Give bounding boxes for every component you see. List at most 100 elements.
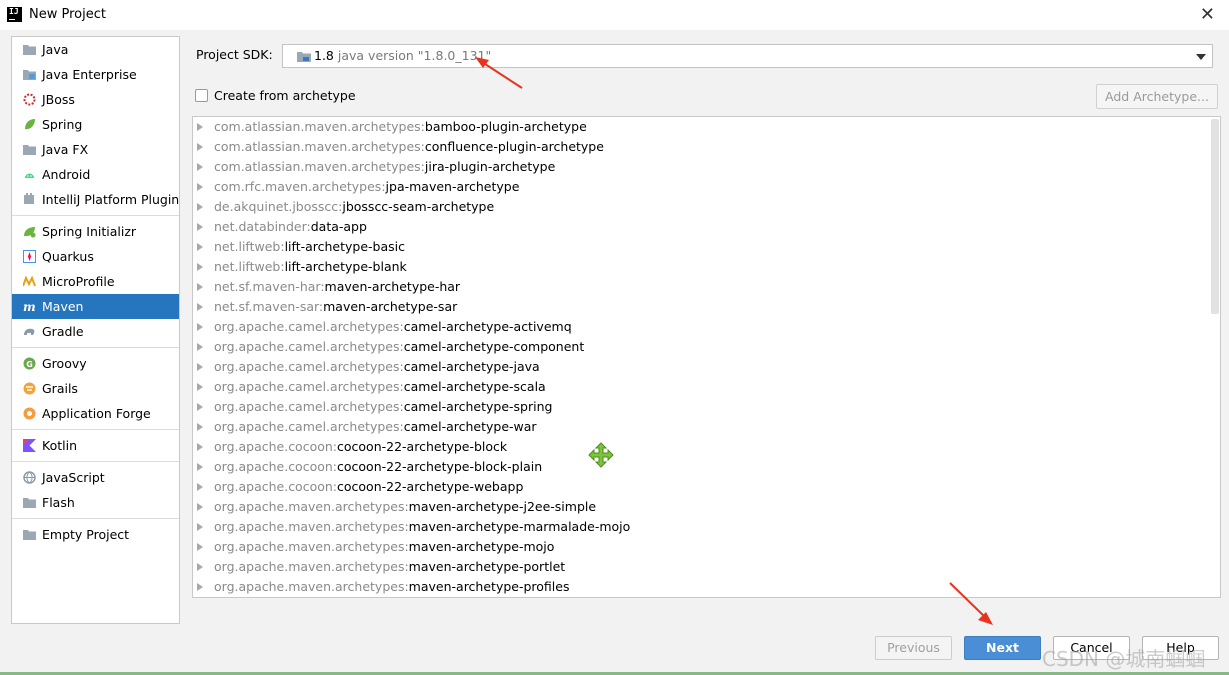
expand-triangle-icon[interactable] bbox=[197, 243, 203, 251]
sidebar-item-application-forge[interactable]: Application Forge bbox=[12, 401, 179, 426]
archetype-row[interactable]: com.atlassian.maven.archetypes:confluenc… bbox=[193, 137, 1220, 157]
expand-triangle-icon[interactable] bbox=[197, 163, 203, 171]
list-scrollbar[interactable] bbox=[1211, 119, 1219, 314]
sidebar-item-java[interactable]: Java bbox=[12, 37, 179, 62]
sidebar-item-flash[interactable]: Flash bbox=[12, 490, 179, 515]
sidebar-item-microprofile[interactable]: MicroProfile bbox=[12, 269, 179, 294]
project-sdk-dropdown[interactable]: 1.8 java version "1.8.0_131" bbox=[282, 44, 1213, 68]
sidebar-item-maven[interactable]: m Maven bbox=[12, 294, 179, 319]
archetype-row[interactable]: org.apache.cocoon:cocoon-22-archetype-bl… bbox=[193, 437, 1220, 457]
expand-triangle-icon[interactable] bbox=[197, 343, 203, 351]
expand-triangle-icon[interactable] bbox=[197, 143, 203, 151]
archetype-row[interactable]: org.apache.cocoon:cocoon-22-archetype-bl… bbox=[193, 457, 1220, 477]
archetype-artifact-id: maven-archetype-mojo bbox=[408, 539, 555, 554]
sidebar-item-java-fx[interactable]: Java FX bbox=[12, 137, 179, 162]
cancel-button[interactable]: Cancel bbox=[1053, 636, 1130, 660]
archetype-row[interactable]: net.liftweb:lift-archetype-basic bbox=[193, 237, 1220, 257]
archetype-row[interactable]: org.apache.camel.archetypes:camel-archet… bbox=[193, 337, 1220, 357]
archetype-group-id: org.apache.camel.archetypes: bbox=[214, 339, 404, 354]
folder-icon bbox=[23, 530, 36, 540]
archetype-row[interactable]: org.apache.camel.archetypes:camel-archet… bbox=[193, 317, 1220, 337]
help-button[interactable]: Help bbox=[1142, 636, 1219, 660]
expand-triangle-icon[interactable] bbox=[197, 303, 203, 311]
archetype-artifact-id: jbosscc-seam-archetype bbox=[342, 199, 495, 214]
sidebar-item-javascript[interactable]: JavaScript bbox=[12, 465, 179, 490]
sidebar-item-groovy[interactable]: G Groovy bbox=[12, 351, 179, 376]
expand-triangle-icon[interactable] bbox=[197, 223, 203, 231]
javascript-icon bbox=[23, 471, 36, 484]
archetype-row[interactable]: com.atlassian.maven.archetypes:jira-plug… bbox=[193, 157, 1220, 177]
expand-triangle-icon[interactable] bbox=[197, 203, 203, 211]
project-sdk-label: Project SDK: bbox=[196, 47, 273, 62]
archetype-row[interactable]: org.apache.maven.archetypes:maven-archet… bbox=[193, 497, 1220, 517]
sidebar-item-grails[interactable]: Grails bbox=[12, 376, 179, 401]
archetype-row[interactable]: net.sf.maven-sar:maven-archetype-sar bbox=[193, 297, 1220, 317]
archetype-row[interactable]: org.apache.maven.archetypes:maven-archet… bbox=[193, 577, 1220, 597]
sidebar-item-empty-project[interactable]: Empty Project bbox=[12, 522, 179, 547]
archetype-artifact-id: cocoon-22-archetype-block-plain bbox=[337, 459, 543, 474]
sidebar-item-java-enterprise[interactable]: Java Enterprise bbox=[12, 62, 179, 87]
archetype-row[interactable]: org.apache.maven.archetypes:maven-archet… bbox=[193, 517, 1220, 537]
sidebar-item-jboss[interactable]: JBoss bbox=[12, 87, 179, 112]
archetype-row[interactable]: org.apache.maven.archetypes:maven-archet… bbox=[193, 557, 1220, 577]
gradle-icon bbox=[24, 328, 35, 335]
sidebar-item-spring-initializr[interactable]: Spring Initializr bbox=[12, 219, 179, 244]
previous-button[interactable]: Previous bbox=[875, 636, 952, 660]
expand-triangle-icon[interactable] bbox=[197, 583, 203, 591]
expand-triangle-icon[interactable] bbox=[197, 563, 203, 571]
chevron-down-icon[interactable] bbox=[1196, 54, 1206, 60]
archetype-tree[interactable]: com.atlassian.maven.archetypes:bamboo-pl… bbox=[192, 116, 1221, 598]
sidebar-item-android[interactable]: Android bbox=[12, 162, 179, 187]
move-cursor-icon bbox=[588, 442, 614, 468]
project-type-list: Java Java Enterprise JBoss Spring Java FX And… bbox=[11, 36, 180, 624]
archetype-row[interactable]: net.sf.maven-har:maven-archetype-har bbox=[193, 277, 1220, 297]
archetype-row[interactable]: org.apache.camel.archetypes:camel-archet… bbox=[193, 397, 1220, 417]
expand-triangle-icon[interactable] bbox=[197, 463, 203, 471]
archetype-row[interactable]: org.apache.camel.archetypes:camel-archet… bbox=[193, 377, 1220, 397]
sidebar-item-label: JavaScript bbox=[42, 470, 105, 485]
expand-triangle-icon[interactable] bbox=[197, 123, 203, 131]
expand-triangle-icon[interactable] bbox=[197, 283, 203, 291]
archetype-row[interactable]: org.apache.camel.archetypes:camel-archet… bbox=[193, 357, 1220, 377]
archetype-artifact-id: camel-archetype-component bbox=[403, 339, 585, 354]
expand-triangle-icon[interactable] bbox=[197, 383, 203, 391]
next-button[interactable]: Next bbox=[964, 636, 1041, 660]
archetype-row[interactable]: net.databinder:data-app bbox=[193, 217, 1220, 237]
sidebar-item-label: Java FX bbox=[42, 142, 89, 157]
archetype-row[interactable]: org.apache.cocoon:cocoon-22-archetype-we… bbox=[193, 477, 1220, 497]
sidebar-item-gradle[interactable]: Gradle bbox=[12, 319, 179, 344]
sidebar-item-label: Application Forge bbox=[42, 406, 151, 421]
grails-icon bbox=[23, 382, 36, 395]
expand-triangle-icon[interactable] bbox=[197, 543, 203, 551]
expand-triangle-icon[interactable] bbox=[197, 263, 203, 271]
archetype-row[interactable]: net.liftweb:lift-archetype-blank bbox=[193, 257, 1220, 277]
expand-triangle-icon[interactable] bbox=[197, 523, 203, 531]
add-archetype-button[interactable]: Add Archetype... bbox=[1096, 84, 1218, 109]
expand-triangle-icon[interactable] bbox=[197, 443, 203, 451]
sidebar-item-kotlin[interactable]: Kotlin bbox=[12, 433, 179, 458]
sdk-value: 1.8 java version "1.8.0_131" bbox=[314, 48, 492, 63]
sidebar-item-label: Spring bbox=[42, 117, 83, 132]
archetype-row[interactable]: com.atlassian.maven.archetypes:bamboo-pl… bbox=[193, 117, 1220, 137]
sidebar-item-intellij-platform-plugin[interactable]: IntelliJ Platform Plugin bbox=[12, 187, 179, 212]
expand-triangle-icon[interactable] bbox=[197, 323, 203, 331]
sidebar-item-spring[interactable]: Spring bbox=[12, 112, 179, 137]
expand-triangle-icon[interactable] bbox=[197, 483, 203, 491]
archetype-row[interactable]: de.akquinet.jbosscc:jbosscc-seam-archety… bbox=[193, 197, 1220, 217]
archetype-row[interactable]: com.rfc.maven.archetypes:jpa-maven-arche… bbox=[193, 177, 1220, 197]
expand-triangle-icon[interactable] bbox=[197, 183, 203, 191]
archetype-row[interactable]: org.apache.camel.archetypes:camel-archet… bbox=[193, 417, 1220, 437]
title-bar: IJ New Project ✕ bbox=[0, 0, 1229, 30]
archetype-row[interactable]: org.apache.maven.archetypes:maven-archet… bbox=[193, 537, 1220, 557]
folder-icon bbox=[23, 498, 36, 508]
expand-triangle-icon[interactable] bbox=[197, 503, 203, 511]
sidebar-item-quarkus[interactable]: Quarkus bbox=[12, 244, 179, 269]
expand-triangle-icon[interactable] bbox=[197, 423, 203, 431]
expand-triangle-icon[interactable] bbox=[197, 363, 203, 371]
folder-icon bbox=[23, 45, 36, 55]
create-from-archetype-checkbox[interactable] bbox=[195, 89, 208, 102]
expand-triangle-icon[interactable] bbox=[197, 403, 203, 411]
archetype-artifact-id: camel-archetype-activemq bbox=[403, 319, 572, 334]
close-icon[interactable]: ✕ bbox=[1200, 4, 1215, 25]
create-from-archetype-label[interactable]: Create from archetype bbox=[214, 88, 356, 103]
